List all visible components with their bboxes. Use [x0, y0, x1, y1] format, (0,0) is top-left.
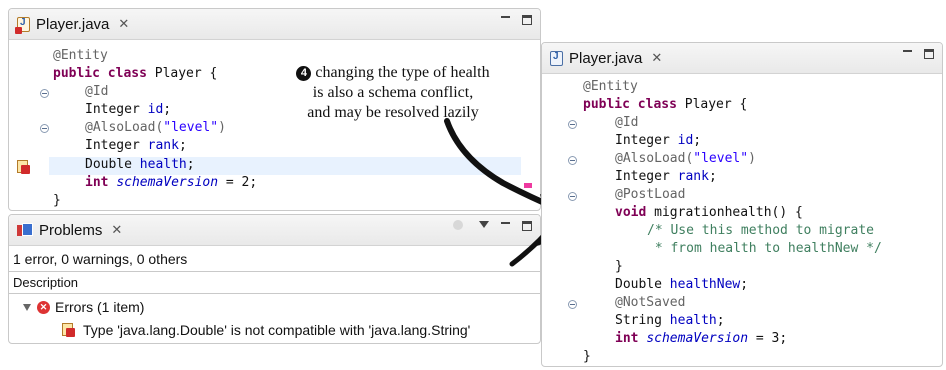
right-editor-panel: J Player.java ✕ @Entity public class Pla… — [541, 42, 943, 367]
code-area[interactable]: @Entity public class Player { @Id Intege… — [542, 43, 942, 366]
